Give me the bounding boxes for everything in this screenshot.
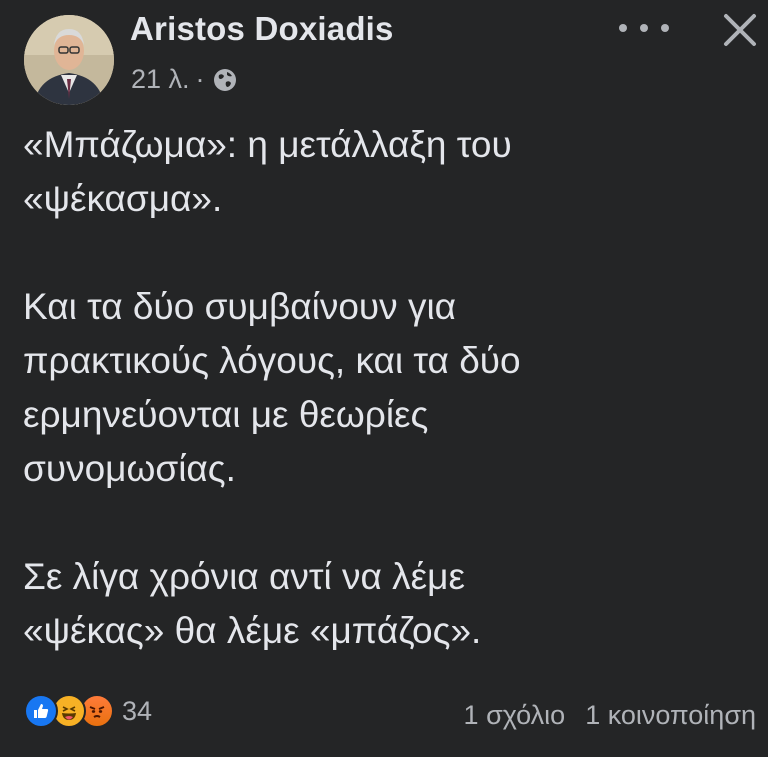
post-line: «Μπάζωμα»: η μετάλλαξη του bbox=[23, 124, 512, 165]
post-line: συνομωσίας. bbox=[23, 448, 236, 489]
close-icon[interactable] bbox=[718, 8, 762, 52]
meta-separator: · bbox=[195, 64, 205, 94]
post-footer: 34 1 σχόλιο 1 κοινοποίηση bbox=[0, 688, 768, 738]
like-icon bbox=[24, 694, 58, 728]
more-options-icon[interactable] bbox=[619, 18, 669, 38]
author-name[interactable]: Aristos Doxiadis bbox=[130, 10, 394, 48]
globe-icon bbox=[213, 68, 236, 91]
post-meta: 21 λ. · bbox=[131, 64, 237, 95]
post-text: «Μπάζωμα»: η μετάλλαξη του «ψέκασμα». Κα… bbox=[23, 118, 753, 658]
reaction-count: 34 bbox=[122, 695, 153, 726]
post-line: «ψέκας» θα λέμε «μπάζος». bbox=[23, 610, 482, 651]
reactions-summary[interactable]: 34 bbox=[24, 694, 152, 728]
comments-count[interactable]: 1 σχόλιο bbox=[464, 700, 566, 731]
post-line: πρακτικούς λόγους, και τα δύο bbox=[23, 340, 521, 381]
avatar[interactable] bbox=[24, 15, 114, 105]
post-line: Σε λίγα χρόνια αντί να λέμε bbox=[23, 556, 465, 597]
post-line: Και τα δύο συμβαίνουν για bbox=[23, 286, 457, 327]
post-stats: 1 σχόλιο 1 κοινοποίηση bbox=[464, 700, 756, 731]
post-header: Aristos Doxiadis 21 λ. · bbox=[0, 0, 768, 110]
profile-photo bbox=[24, 15, 114, 105]
post-line: «ψέκασμα». bbox=[23, 178, 223, 219]
post-time[interactable]: 21 λ. bbox=[131, 64, 190, 95]
post-line: ερμηνεύονται με θεωρίες bbox=[23, 394, 429, 435]
shares-count[interactable]: 1 κοινοποίηση bbox=[585, 700, 756, 731]
